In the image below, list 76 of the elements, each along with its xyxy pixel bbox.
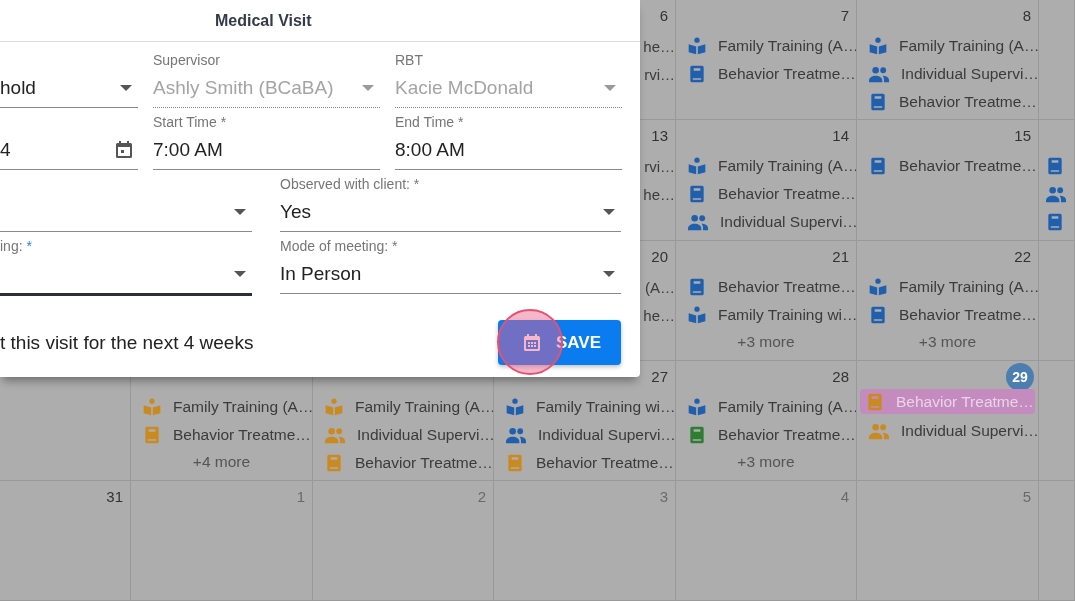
select-field[interactable]: hold (0, 68, 138, 108)
event-chip[interactable]: Behavior Treatme… (860, 152, 1035, 180)
date-number: 13 (651, 126, 668, 146)
more-events-link[interactable]: +3 more (737, 453, 795, 471)
calendar-icon (524, 334, 540, 351)
event-chip[interactable]: Individual Supervi… (860, 417, 1035, 445)
select-field[interactable]: In Person (280, 254, 621, 294)
event-chip[interactable]: Behavior Treatme… (497, 449, 672, 477)
field-label: Supervisor (153, 52, 221, 68)
date-number: 2 (477, 487, 486, 507)
date-number: 28 (832, 367, 849, 387)
event-title[interactable]: (A… (645, 278, 675, 296)
repeat-option-text: t this visit for the next 4 weeks (0, 331, 254, 354)
time-field[interactable]: 7:00 AM (153, 130, 380, 170)
date-number: 8 (1022, 6, 1031, 26)
day-cell[interactable]: 15 Behavior Treatme… (857, 120, 1039, 241)
more-events-link[interactable]: +3 more (918, 333, 977, 351)
date-number: 22 (1014, 247, 1031, 267)
dialog-title: Medical Visit (215, 11, 312, 30)
date-number: 7 (840, 6, 849, 26)
day-cell[interactable]: 31 (0, 481, 131, 601)
day-cell[interactable]: 8 Family Training (A… Individual Supervi… Behavior Treatme… (857, 0, 1039, 120)
dropdown-arrow-icon (604, 84, 616, 91)
field-label: Observed with client: * (280, 176, 421, 192)
event-title[interactable]: rvi… (644, 65, 675, 83)
dropdown-arrow-icon (603, 208, 615, 215)
event-chip[interactable]: Behavior Treatme… (860, 88, 1035, 116)
date-number: 15 (1014, 126, 1031, 146)
day-cell[interactable]: 21 Behavior Treatme… Family Training wi… +3 more (676, 241, 857, 361)
dropdown-arrow-icon (120, 84, 132, 91)
event-chip[interactable]: Behavior Treatme… (860, 301, 1035, 329)
date-number: 4 (840, 487, 849, 507)
day-cell[interactable]: 14 Family Training (A… Behavior Treatme… Individual Supervi… (676, 120, 857, 241)
today-date-badge: 29 (1006, 363, 1034, 391)
more-events-link[interactable]: +4 more (192, 453, 251, 471)
field-label: End Time * (395, 114, 465, 130)
dropdown-arrow-icon (362, 84, 374, 91)
date-number: 27 (651, 367, 668, 387)
dropdown-arrow-icon (603, 270, 615, 277)
date-number: 20 (651, 247, 668, 267)
field-label: RBT (395, 52, 424, 68)
event-chip[interactable]: Behavior Treatme… (679, 421, 853, 449)
select-field[interactable]: Yes (280, 192, 621, 232)
dropdown-arrow-icon (234, 270, 246, 277)
dropdown-arrow-icon (234, 208, 246, 215)
event-chip[interactable]: Individual Supervi… (860, 60, 1035, 88)
field-label: Start Time * (153, 114, 228, 130)
date-number: 21 (832, 247, 849, 267)
event-chip[interactable]: Behavior Treatme… (679, 60, 853, 88)
event-chip[interactable]: Family Training wi… (497, 393, 672, 421)
event-title[interactable]: he… (643, 185, 675, 203)
date-field[interactable]: 4 (0, 130, 138, 170)
date-number: 6 (659, 6, 668, 26)
day-cell[interactable]: 22 Family Training (A… Behavior Treatme… +3 more (857, 241, 1039, 361)
event-chip[interactable]: Behavior Treatme… (316, 449, 490, 477)
event-title[interactable]: rvi… (644, 157, 675, 175)
date-number: 3 (659, 487, 668, 507)
event-chip[interactable]: Behavior Treatme… (134, 421, 309, 449)
date-number: 1 (296, 487, 305, 507)
day-cell[interactable]: 7 Family Training (A… Behavior Treatme… (676, 0, 857, 120)
day-cell[interactable]: 28 Family Training (A… Behavior Treatme… +3 more (676, 361, 857, 481)
day-cell[interactable] (1039, 120, 1075, 241)
time-field[interactable]: 8:00 AM (395, 130, 622, 170)
event-chip[interactable]: Individual Supervi… (497, 421, 672, 449)
calendar-icon[interactable] (116, 141, 132, 158)
date-number: 31 (106, 487, 123, 507)
field-label: Mode of meeting: * (280, 238, 399, 254)
event-chip[interactable]: Behavior Treatme… (679, 180, 853, 208)
day-cell[interactable]: 29 Behavior Treatme… Individual Supervi… (857, 361, 1039, 481)
event-title[interactable]: he… (643, 306, 675, 324)
event-chip[interactable]: Behavior Treatme… (679, 273, 853, 301)
event-title[interactable]: he… (643, 37, 675, 55)
date-number: 5 (1022, 487, 1031, 507)
date-number: 14 (832, 126, 849, 146)
field-label: ing: * (0, 238, 33, 254)
more-events-link[interactable]: +3 more (737, 333, 795, 351)
